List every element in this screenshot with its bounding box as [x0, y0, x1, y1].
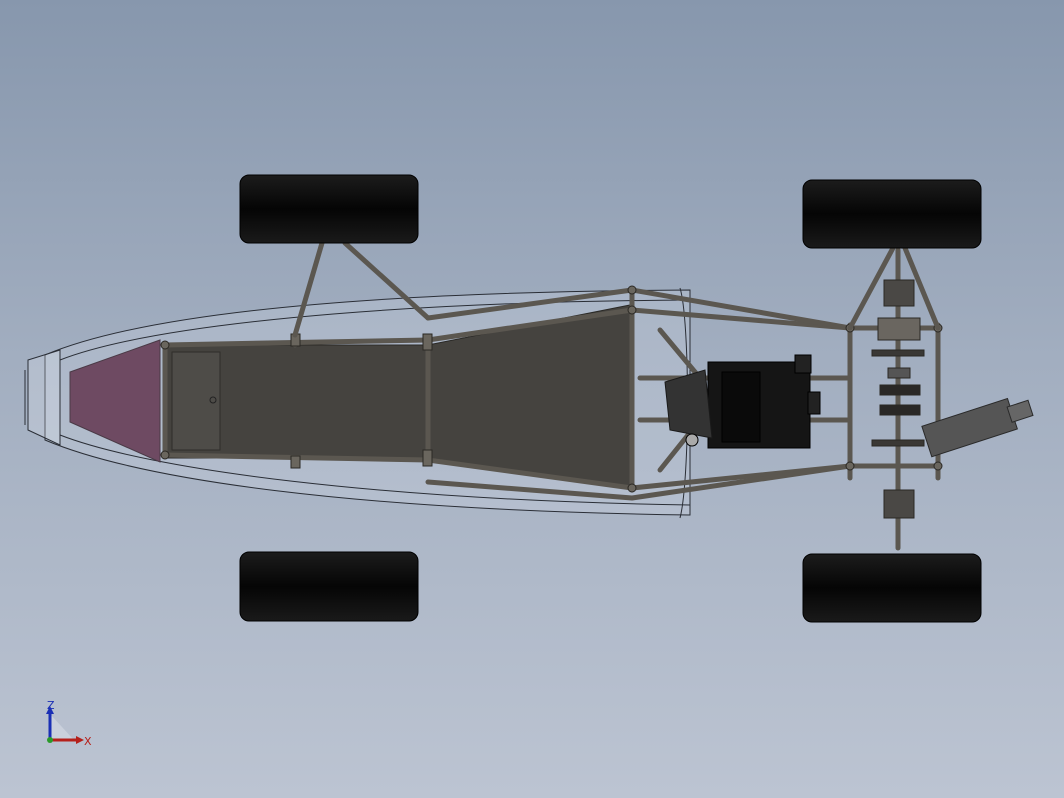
rear-left-tire — [802, 179, 982, 249]
orientation-triad: Z X — [36, 696, 106, 760]
front-right-tire — [239, 551, 419, 622]
rear-right-tire — [802, 553, 982, 623]
car-model[interactable] — [0, 0, 1064, 798]
cad-viewport[interactable]: Z X — [0, 0, 1064, 798]
z-axis-label: Z — [47, 699, 55, 712]
front-left-tire — [239, 174, 419, 244]
x-axis-label: X — [84, 735, 92, 748]
